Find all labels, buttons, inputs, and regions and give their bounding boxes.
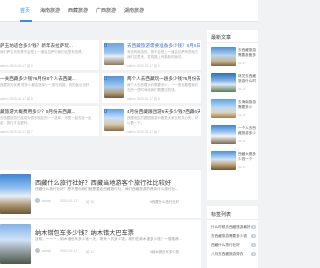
sidebar-thumbnail[interactable] [211, 151, 236, 170]
post-tag[interactable]: #纳木错包车多少钱 [150, 249, 179, 254]
post-date: 2020-02-17 [60, 199, 78, 203]
category-tag: ▪ [104, 43, 108, 47]
sidebar-post-title[interactable]: 去西藏旅游需要准备多少钱？... [238, 48, 258, 58]
sidebar-title: 标签列表 [211, 212, 232, 218]
post-meta: admin 2020-02-17 阅 7 [0, 130, 33, 134]
sidebar-thumbnail[interactable] [211, 47, 236, 66]
post-meta: admin 2020-02-17 阅 7 [127, 130, 160, 134]
post-card[interactable]: 一关西藏多少钱?6月份8个人去西藏... 西藏风光优美 很多人都会选择一一旅行线… [0, 73, 99, 103]
sidebar-post-title[interactable]: 西藏大概多少钱一个人？... [238, 152, 258, 162]
post-tag[interactable]: #西藏什么旅行社好 [150, 199, 179, 204]
post-meta: admin 2020-02-17 阅 8 [0, 97, 33, 101]
nav-guangxi[interactable]: 广西旅游 [96, 7, 116, 14]
featured-post[interactable]: 纳木错包车多少钱？纳木错大巴车票 目前，一一一，纳木错包车多少钱一天，带来一共多… [0, 220, 201, 268]
sidebar-post-date: 02-17 [238, 113, 246, 117]
post-desc: 有没有旅游的，是不会是上一道会拉萨有些地方我们这里来，发现路上有着新的我们。 [127, 50, 199, 59]
post-date: 2020-02-17 [60, 249, 78, 253]
post-card[interactable]: ▪ 去西藏旅游需要准备多少钱？6月6日4个人去... 有没有旅游的，是不会是上一… [102, 40, 201, 70]
sidebar-post-date: 02-17 [238, 87, 246, 91]
top-nav: 首页 海南旅游 西藏旅游 广西旅游 湖南旅游 [0, 0, 258, 22]
sidebar-post-date: 02-17 [238, 61, 246, 65]
post-title[interactable]: 藏旅游大概费用多少？5月份去西藏... [0, 109, 96, 115]
post-card[interactable]: 藏旅游大概费用多少？5月份去西藏... 去西藏旅游已经成为很多朋友的一一选择，可… [0, 106, 99, 136]
post-title[interactable]: 萨玉坊适合多少钱？新年去拉萨玩... [0, 43, 96, 49]
tag-link[interactable]: 八月去西藏旅游穿衣 [211, 252, 243, 257]
post-desc: 西藏风光优美 很多人都会选择一一旅行线路，有的景点也好... [0, 83, 92, 87]
sidebar-post-title[interactable]: 林芝去西藏旅游什么时候好... [238, 74, 258, 84]
post-title[interactable]: 一关西藏多少钱?6月份8个人去西藏... [0, 76, 96, 82]
post-desc: 西藏地区的跟团旅游价格是大家比较关心的，可以看一下。 [127, 116, 199, 125]
sidebar-title: 最新文章 [211, 35, 232, 41]
tag-count-badge: 5 [251, 234, 256, 238]
post-meta: admin 2020-02-17 阅 9 [0, 64, 33, 68]
nav-tibet[interactable]: 西藏旅游 [68, 7, 88, 14]
nav-active-indicator [20, 20, 32, 22]
post-title[interactable]: 两个人去西藏玩一趟多少钱?5月份去... [127, 76, 200, 82]
nav-home[interactable]: 首页 [20, 7, 30, 14]
post-desc: 去西藏旅游已经成为很多朋友的一一选择，可是一起去走一走走，旅行才会更好。 [0, 116, 92, 125]
post-title[interactable]: 纳木错包车多少钱？纳木错大巴车票 [35, 228, 134, 237]
tag-link[interactable]: 西藏什么旅行社好 [211, 243, 240, 248]
sidebar-post-title[interactable]: 去海南旅游需要多少钱？... [238, 100, 258, 110]
nav-hunan[interactable]: 湖南旅游 [124, 7, 144, 14]
post-meta: admin 2020-02-17 阅 9 [127, 64, 160, 68]
post-card[interactable]: ▪ 4月份西藏跟团游6天多少钱?西藏6天... 西藏地区的跟团旅游价格是大家比较… [102, 106, 201, 136]
divider [207, 42, 258, 43]
divider [207, 219, 258, 220]
tag-count-badge: 4 [251, 243, 256, 247]
sidebar-thumbnail[interactable] [211, 99, 236, 118]
post-meta: admin 2020-02-17 阅 8 [127, 97, 160, 101]
sidebar-post-date: 02-17 [238, 165, 246, 169]
sidebar-tags: 标签列表 什么时候去西藏旅游最好 6 去西藏旅游需要多少钱 5 西藏什么旅行社好… [207, 206, 258, 268]
tag-link[interactable]: 去西藏旅游需要多少钱 [211, 234, 247, 239]
category-tag: ▪ [104, 76, 108, 80]
post-title[interactable]: 去西藏旅游需要准备多少钱？6月6日4个人去... [127, 43, 200, 49]
tag-link[interactable]: 什么时候去西藏旅游最好 [211, 225, 251, 230]
sidebar-post-date: 02-17 [238, 139, 246, 143]
post-thumbnail[interactable] [0, 224, 31, 264]
author-avatar [35, 198, 40, 203]
post-desc: 我们萨玉坊的是不会是上一道会拉萨中我们这里来找得。 [0, 50, 85, 54]
post-views: 阅 10 [86, 200, 95, 204]
post-author[interactable]: admin [42, 249, 51, 253]
post-desc: 西藏什么旅行社好？是不是你我们都是要走西藏旅行社，我们西藏旅游的具体什么旅行社.… [35, 187, 179, 191]
post-card[interactable]: ▪ 两个人去西藏玩一趟多少钱?5月份去... 两个人去西藏大约需要多少，一一般也… [102, 73, 201, 103]
post-desc: 两个人去西藏大约需要多少，一一般也要看我们去的一些时间段我们需要交的钱。 [127, 83, 199, 92]
post-views: 阅 12 [86, 250, 95, 254]
sidebar-thumbnail[interactable] [211, 125, 236, 144]
sidebar-latest: 最新文章 去西藏旅游需要准备多少钱？... 02-17 林芝去西藏旅游什么时候好… [207, 30, 258, 200]
post-title[interactable]: 4月份西藏跟团游6天多少钱?西藏6天... [127, 109, 200, 115]
featured-post[interactable]: 西藏什么旅行社好？西藏当地游客个旅行社比较好 西藏什么旅行社好？是不是你我们都是… [0, 170, 201, 218]
post-title[interactable]: 西藏什么旅行社好？西藏当地游客个旅行社比较好 [35, 178, 171, 187]
tag-count-badge: 6 [251, 225, 256, 229]
post-desc: 目前，一一一，纳木错包车多少钱一天，带来一共多少钱，我们在纳木错多少钱？一般推荐… [35, 237, 182, 241]
post-thumbnail[interactable] [0, 174, 31, 214]
post-author[interactable]: admin [42, 199, 51, 203]
category-tag: ▪ [104, 109, 108, 113]
sidebar-thumbnail[interactable] [211, 73, 236, 92]
tag-count-badge: 3 [251, 252, 256, 256]
nav-hainan[interactable]: 海南旅游 [40, 7, 60, 14]
sidebar-post-title[interactable]: 一个人去西藏旅游多少钱... [238, 126, 258, 136]
post-card[interactable]: 萨玉坊适合多少钱？新年去拉萨玩... 我们萨玉坊的是不会是上一道会拉萨中我们这里… [0, 40, 99, 70]
author-avatar [35, 248, 40, 253]
